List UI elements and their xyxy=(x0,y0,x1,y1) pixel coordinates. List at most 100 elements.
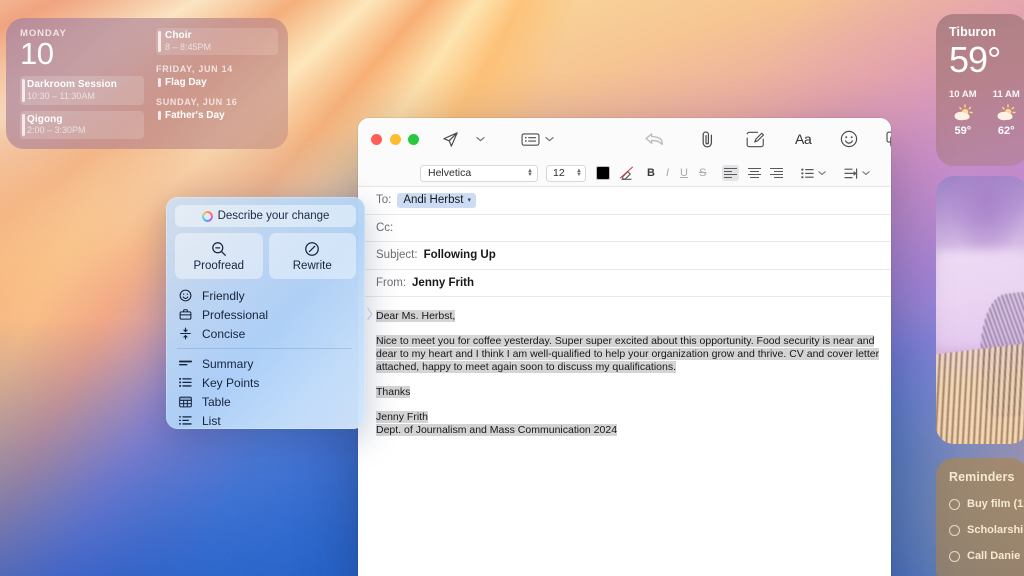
sun-behind-cloud-icon xyxy=(949,102,977,124)
weather-hour-label: 11 AM xyxy=(993,89,1020,100)
reminder-checkbox-icon[interactable] xyxy=(949,551,960,562)
calendar-widget[interactable]: MONDAY 10 Darkroom Session 10:30 – 11:30… xyxy=(6,18,288,149)
reply-arrow-icon[interactable] xyxy=(644,131,664,147)
calendar-event[interactable]: Choir 8 – 8:45PM xyxy=(156,28,278,55)
header-fields-button[interactable] xyxy=(521,132,540,147)
calendar-event-title: Darkroom Session xyxy=(27,79,139,90)
font-size-stepper-icon[interactable]: ▲▼ xyxy=(576,169,582,177)
mail-compose-window[interactable]: Aa Helvetica ▲▼ 12 ▲▼ xyxy=(358,118,891,576)
underline-button[interactable]: U xyxy=(680,167,688,179)
body-signature-dept: Dept. of Journalism and Mass Communicati… xyxy=(376,424,617,436)
format-table-item[interactable]: Table xyxy=(175,392,356,411)
bullet-list-icon[interactable] xyxy=(801,168,814,179)
indent-group xyxy=(844,168,870,179)
reminders-widget[interactable]: Reminders Buy film (12 Scholarshi Call D… xyxy=(936,458,1024,576)
format-text-button[interactable]: Aa xyxy=(795,131,812,147)
proofread-button[interactable]: Proofread xyxy=(175,233,263,279)
paperclip-icon[interactable] xyxy=(699,130,716,149)
tone-concise-label: Concise xyxy=(202,327,245,341)
align-right-button[interactable] xyxy=(770,168,783,178)
reminder-label: Buy film (12 xyxy=(967,498,1024,510)
mail-body-text[interactable]: Dear Ms. Herbst, Nice to meet you for co… xyxy=(358,310,891,437)
calendar-event[interactable]: Flag Day xyxy=(156,77,278,88)
font-family-stepper-icon[interactable]: ▲▼ xyxy=(527,169,533,177)
writing-tools-divider xyxy=(177,348,352,349)
list-icon xyxy=(178,415,193,426)
photo-stack-icon[interactable] xyxy=(886,131,891,148)
from-label: From: xyxy=(376,277,406,289)
apple-intelligence-swirl-icon xyxy=(202,211,213,222)
calendar-event[interactable]: Father's Day xyxy=(156,110,278,121)
text-style-group: B I U S xyxy=(647,167,706,179)
recipient-token[interactable]: Andi Herbst ▾ xyxy=(397,193,476,209)
align-left-button[interactable] xyxy=(722,165,739,181)
list-chevron-down-icon[interactable] xyxy=(818,170,826,176)
weather-widget[interactable]: Tiburon 59° 10 AM 59° 11 AM xyxy=(936,14,1024,166)
briefcase-icon xyxy=(178,308,193,321)
recipient-name: Andi Herbst xyxy=(403,194,463,206)
tone-friendly-item[interactable]: Friendly xyxy=(175,286,356,305)
subject-label: Subject: xyxy=(376,249,418,261)
calendar-event-title: Choir xyxy=(165,30,274,41)
close-button[interactable] xyxy=(371,134,382,145)
reminder-item[interactable]: Call Danie xyxy=(949,550,1024,562)
list-group xyxy=(801,168,826,179)
describe-placeholder: Describe your change xyxy=(218,210,330,222)
reminder-item[interactable]: Buy film (12 xyxy=(949,498,1024,510)
cc-field-row[interactable]: Cc: xyxy=(358,215,891,243)
send-options-chevron-down-icon[interactable] xyxy=(476,136,485,142)
indent-chevron-down-icon[interactable] xyxy=(862,170,870,176)
reminder-label: Scholarshi xyxy=(967,524,1023,536)
mail-toolbar: Aa xyxy=(358,118,891,160)
from-field-row[interactable]: From: Jenny Frith xyxy=(358,270,891,298)
subject-field-row[interactable]: Subject: Following Up xyxy=(358,242,891,270)
bullet-list-icon xyxy=(178,377,193,388)
format-keypoints-item[interactable]: Key Points xyxy=(175,373,356,392)
writing-tools-tones: Friendly Professional Concise xyxy=(175,286,356,343)
font-size-select[interactable]: 12 ▲▼ xyxy=(546,165,586,182)
format-list-item[interactable]: List xyxy=(175,411,356,430)
font-size-value: 12 xyxy=(553,167,565,179)
weather-hour-item: 11 AM 62° xyxy=(993,89,1020,137)
indent-icon[interactable] xyxy=(844,168,858,179)
to-label: To: xyxy=(376,194,391,206)
format-summary-item[interactable]: Summary xyxy=(175,354,356,373)
strikethrough-button[interactable]: S xyxy=(699,167,706,179)
reminder-item[interactable]: Scholarshi xyxy=(949,524,1024,536)
italic-button[interactable]: I xyxy=(666,167,669,179)
weather-hourly-forecast: 10 AM 59° 11 AM xyxy=(949,89,1024,137)
to-field-row[interactable]: To: Andi Herbst ▾ xyxy=(358,187,891,215)
reminder-checkbox-icon[interactable] xyxy=(949,499,960,510)
send-button[interactable] xyxy=(441,130,460,149)
reminder-checkbox-icon[interactable] xyxy=(949,525,960,536)
calendar-upcoming-column: Choir 8 – 8:45PM FRIDAY, JUN 14 Flag Day… xyxy=(152,28,288,149)
font-family-select[interactable]: Helvetica ▲▼ xyxy=(420,165,538,182)
tone-concise-item[interactable]: Concise xyxy=(175,324,356,343)
cc-label: Cc: xyxy=(376,222,393,234)
calendar-daynumber: 10 xyxy=(20,38,144,70)
mail-body[interactable]: Dear Ms. Herbst, Nice to meet you for co… xyxy=(358,297,891,437)
calendar-event[interactable]: Qigong 2:00 – 3:30PM xyxy=(20,111,144,140)
minimize-button[interactable] xyxy=(390,134,401,145)
tone-professional-item[interactable]: Professional xyxy=(175,305,356,324)
recipient-chevron-down-icon[interactable]: ▾ xyxy=(467,196,471,204)
magnifier-check-icon xyxy=(211,241,227,257)
from-value: Jenny Frith xyxy=(412,277,474,289)
header-fields-chevron-down-icon[interactable] xyxy=(545,136,554,142)
calendar-event[interactable]: Darkroom Session 10:30 – 11:30AM xyxy=(20,76,144,105)
bold-button[interactable]: B xyxy=(647,167,655,179)
photos-widget[interactable] xyxy=(936,176,1024,444)
markup-pen-icon[interactable] xyxy=(746,131,765,148)
highlighter-off-icon[interactable] xyxy=(619,166,634,181)
weather-hour-label: 10 AM xyxy=(949,89,977,100)
align-center-button[interactable] xyxy=(748,168,761,178)
writing-tools-popover[interactable]: Describe your change Proofread Rewrite F… xyxy=(166,197,365,429)
rewrite-button[interactable]: Rewrite xyxy=(269,233,357,279)
zoom-button[interactable] xyxy=(408,134,419,145)
writing-tools-formats: Summary Key Points Table List xyxy=(175,354,356,430)
text-color-swatch[interactable] xyxy=(596,166,610,180)
emoji-smiley-icon[interactable] xyxy=(840,130,858,148)
describe-your-change-input[interactable]: Describe your change xyxy=(175,205,356,227)
weather-hour-temp: 59° xyxy=(949,125,977,137)
format-table-label: Table xyxy=(202,395,231,409)
